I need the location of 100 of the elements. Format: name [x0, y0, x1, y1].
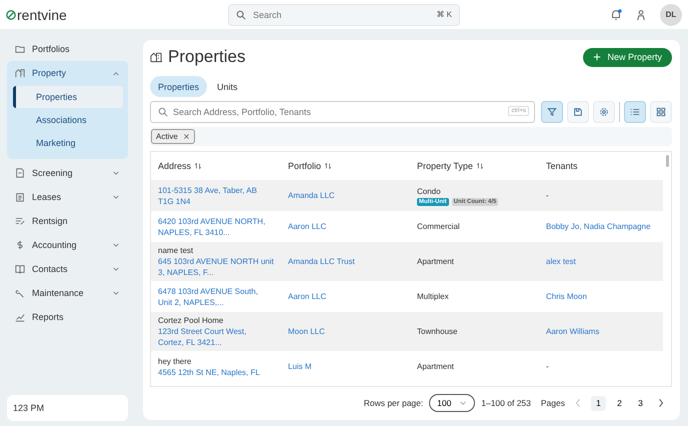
- property-name: Cortez Pool Home: [158, 315, 224, 326]
- tenant-link[interactable]: Aaron Williams: [546, 326, 600, 337]
- column-header[interactable]: Property Type: [417, 161, 546, 171]
- nav-subitem[interactable]: Marketing: [13, 132, 123, 154]
- address-link[interactable]: 101-5315 38 Ave, Taber, AB T1G 1N4: [158, 184, 274, 206]
- property-name: hey there: [158, 356, 192, 366]
- close-icon: [182, 133, 190, 140]
- plus-icon: [593, 53, 602, 61]
- address-link[interactable]: 6478 103rd AVENUE South, Unit 2, NAPLES,...: [158, 286, 274, 308]
- address-link[interactable]: 123rd Street Court West, Cortez, FL 3421...: [158, 326, 274, 348]
- rows-per-page-select[interactable]: 100: [429, 394, 476, 412]
- nav-item[interactable]: Accounting: [7, 233, 128, 257]
- column-header[interactable]: Tenants: [546, 161, 663, 171]
- bell-icon[interactable]: [610, 8, 622, 20]
- empty-value: -: [546, 190, 549, 201]
- chevron-icon: [112, 242, 120, 248]
- chevron-icon: [112, 290, 120, 296]
- chart-icon: [15, 312, 25, 322]
- nav-item[interactable]: Rentsign: [7, 209, 128, 233]
- sort-icon: [324, 162, 332, 170]
- nav-subitem[interactable]: Associations: [13, 109, 123, 131]
- filter-button[interactable]: [541, 101, 563, 123]
- page-button[interactable]: 3: [633, 396, 648, 411]
- table-row[interactable]: hey there 4565 12th St NE, Naples, FL Luis M Apartment -: [151, 351, 663, 382]
- address-link[interactable]: 645 103rd AVENUE NORTH unit 3, NAPLES, F...: [158, 256, 274, 278]
- empty-value: -: [546, 361, 549, 372]
- nav-item[interactable]: Portfolios: [7, 37, 128, 61]
- tenant-link[interactable]: Chris Moon: [546, 291, 587, 302]
- save-view-button[interactable]: [567, 101, 589, 123]
- settings-button[interactable]: [593, 101, 615, 123]
- table-row[interactable]: name test 645 103rd AVENUE NORTH unit 3, NAPLES, F... Amanda LLC Trust Apartment alex test: [151, 242, 663, 281]
- portfolio-link[interactable]: Aaron LLC: [288, 291, 326, 302]
- user-avatar[interactable]: DL: [660, 4, 682, 26]
- search-icon: [236, 10, 246, 20]
- sort-icon: [476, 162, 484, 170]
- nav-subitem[interactable]: Properties: [13, 86, 123, 108]
- settings-icon: [599, 107, 609, 117]
- sign-icon: [15, 216, 25, 226]
- shortcut-hint: ⌘ K: [436, 10, 452, 18]
- portfolio-link[interactable]: Amanda LLC: [288, 190, 335, 201]
- nav-item[interactable]: Property: [7, 61, 128, 85]
- table-row[interactable]: 6478 103rd AVENUE South, Unit 2, NAPLES,... Aaron LLC Multiplex Chris Moon: [151, 281, 663, 312]
- doc-icon: [15, 168, 25, 178]
- chevron-icon: [459, 400, 468, 406]
- portfolio-link[interactable]: Moon LLC: [288, 326, 325, 337]
- property-type: Condo: [417, 186, 441, 196]
- property-type: Apartment: [417, 361, 454, 372]
- column-header[interactable]: Portfolio: [288, 161, 417, 171]
- filter-chip[interactable]: Active: [151, 129, 195, 144]
- page-title: Properties: [168, 47, 246, 67]
- search-icon: [158, 107, 168, 117]
- sort-icon: [194, 162, 202, 170]
- range-text: 1–100 of 253: [481, 398, 531, 408]
- dollar-icon: [15, 240, 25, 250]
- property-type: Apartment: [417, 256, 454, 267]
- page-button[interactable]: 2: [612, 396, 627, 411]
- nav-item[interactable]: Reports: [7, 305, 128, 329]
- clipboard-icon: [15, 192, 25, 202]
- portfolio-link[interactable]: Aaron LLC: [288, 221, 326, 232]
- pages-label: Pages: [540, 398, 565, 408]
- tab[interactable]: Properties: [150, 76, 208, 97]
- chevron-icon: [112, 194, 120, 200]
- building-icon: [150, 51, 163, 63]
- rows-per-page-label: Rows per page:: [364, 398, 424, 408]
- chevron-icon: [112, 266, 120, 272]
- nav-item[interactable]: Leases: [7, 185, 128, 209]
- column-header[interactable]: Address: [158, 161, 288, 171]
- nav-item[interactable]: Contacts: [7, 257, 128, 281]
- folder-icon: [15, 44, 25, 54]
- property-type: Multiplex: [417, 291, 449, 302]
- building-icon: [15, 68, 25, 78]
- new-property-button[interactable]: New Property: [583, 48, 672, 66]
- list-icon: [630, 107, 640, 117]
- person-icon[interactable]: [636, 8, 646, 20]
- grid-view-button[interactable]: [650, 101, 672, 123]
- funnel-icon: [547, 107, 557, 117]
- table-row[interactable]: Cortez Pool Home 123rd Street Court West, Cortez, FL 3421... Moon LLC Townhouse Aaron Williams: [151, 312, 663, 351]
- list-view-button[interactable]: [624, 101, 646, 123]
- next-page-icon[interactable]: [658, 398, 664, 408]
- property-type: Townhouse: [417, 326, 458, 337]
- property-type: Commercial: [417, 221, 460, 232]
- tenant-link[interactable]: alex test: [546, 256, 576, 267]
- nav-item[interactable]: Screening: [7, 161, 128, 185]
- scrollbar[interactable]: [666, 155, 669, 167]
- grid-icon: [656, 107, 666, 117]
- property-name: name test: [158, 245, 194, 256]
- page-button[interactable]: 1: [591, 396, 606, 411]
- table-row[interactable]: 6420 103rd AVENUE NORTH, NAPLES, FL 3410... Aaron LLC Commercial Bobby Jo, Nadia Champagne: [151, 211, 663, 242]
- address-link[interactable]: 4565 12th St NE, Naples, FL: [158, 366, 260, 378]
- time-text: 123 PM: [13, 403, 44, 413]
- chevron-icon: [112, 70, 120, 76]
- nav-item[interactable]: Maintenance: [7, 281, 128, 305]
- portfolio-link[interactable]: Luis M: [288, 361, 312, 372]
- logo-text: rentvine: [17, 6, 67, 22]
- address-link[interactable]: 6420 103rd AVENUE NORTH, NAPLES, FL 3410...: [158, 216, 274, 238]
- portfolio-link[interactable]: Amanda LLC Trust: [288, 256, 355, 267]
- tab[interactable]: Units: [209, 76, 246, 97]
- tenant-link[interactable]: Bobby Jo, Nadia Champagne: [546, 221, 651, 232]
- chevron-icon: [112, 170, 120, 176]
- logo[interactable]: rentvine: [6, 6, 228, 22]
